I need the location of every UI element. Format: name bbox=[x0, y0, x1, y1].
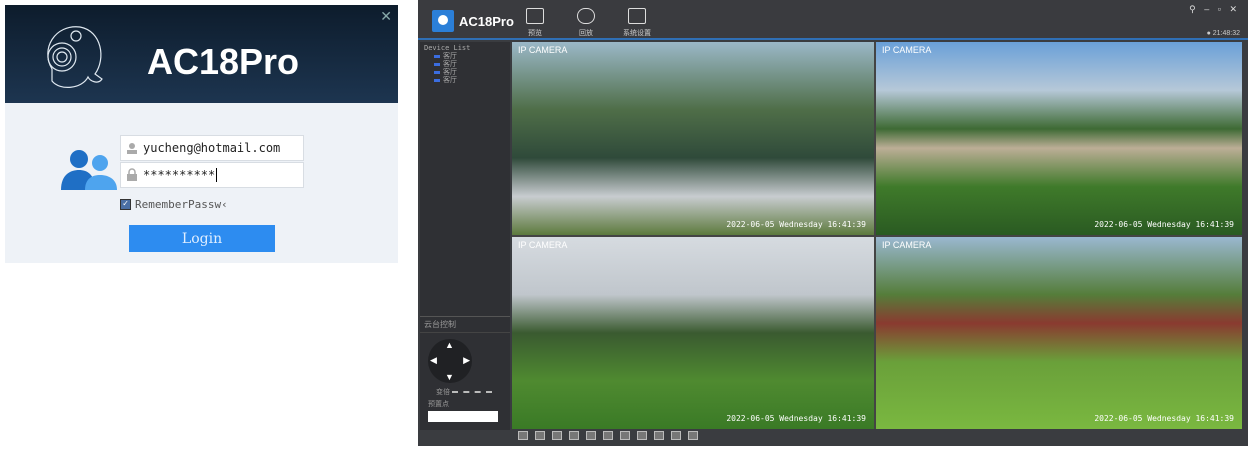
app-logo-icon bbox=[432, 10, 454, 32]
top-bar: AC18Pro 预览 回放 系统设置 ⚲ – ▫ ✕ ● 21:48:32 bbox=[418, 0, 1248, 40]
password-field[interactable]: ********** bbox=[120, 162, 304, 188]
window-controls[interactable]: ⚲ – ▫ ✕ bbox=[1189, 4, 1240, 15]
camera-timestamp: 2022-06-05 Wednesday 16:41:39 bbox=[1094, 220, 1234, 229]
arrow-right-icon[interactable]: ▶ bbox=[463, 355, 470, 366]
camera-grid: IP CAMERA 2022-06-05 Wednesday 16:41:39 I… bbox=[512, 42, 1242, 429]
layout-6-icon[interactable] bbox=[586, 431, 596, 440]
camera-label: IP CAMERA bbox=[882, 240, 932, 250]
arrow-up-icon[interactable]: ▲ bbox=[445, 340, 454, 350]
device-item[interactable]: 客厅 bbox=[424, 60, 506, 68]
ptz-control-panel: 云台控制 ▲ ▼ ◀ ▶ 变倍 预置点 bbox=[420, 316, 510, 430]
layout-2-icon[interactable] bbox=[535, 431, 545, 440]
camera-label: IP CAMERA bbox=[518, 45, 568, 55]
camera-view[interactable]: IP CAMERA 2022-06-05 Wednesday 16:41:39 bbox=[512, 42, 874, 235]
layout-3-icon[interactable] bbox=[552, 431, 562, 440]
user-icon bbox=[127, 143, 137, 154]
nav-playback[interactable]: 回放 bbox=[561, 8, 611, 38]
close-icon[interactable]: ✕ bbox=[380, 8, 392, 25]
camera-view[interactable]: IP CAMERA 2022-06-05 Wednesday 16:41:39 bbox=[876, 237, 1242, 429]
layout-1-icon[interactable] bbox=[518, 431, 528, 440]
device-item[interactable]: 客厅 bbox=[424, 68, 506, 76]
layout-9-icon[interactable] bbox=[620, 431, 630, 440]
layout-25-icon[interactable] bbox=[654, 431, 664, 440]
remember-password-checkbox[interactable]: ✓ RememberPassw‹ bbox=[120, 198, 228, 211]
nav-preview[interactable]: 预览 bbox=[510, 8, 560, 38]
username-field[interactable]: yucheng@hotmail.com bbox=[120, 135, 304, 161]
login-header: AC18Pro ✕ bbox=[5, 5, 398, 103]
lock-icon bbox=[127, 168, 137, 181]
video-player-icon bbox=[628, 8, 646, 24]
camera-view[interactable]: IP CAMERA 2022-06-05 Wednesday 16:41:39 bbox=[876, 42, 1242, 235]
camera-view[interactable]: IP CAMERA 2022-06-05 Wednesday 16:41:39 bbox=[512, 237, 874, 429]
fullscreen-icon[interactable] bbox=[688, 431, 698, 440]
clock-time: 21:48:32 bbox=[1212, 30, 1240, 37]
layout-8-icon[interactable] bbox=[603, 431, 613, 440]
login-button[interactable]: Login bbox=[129, 225, 275, 252]
camera-label: IP CAMERA bbox=[518, 240, 568, 250]
cctv-camera-icon bbox=[577, 8, 595, 24]
users-icon bbox=[61, 150, 117, 190]
brand-title: AC18Pro bbox=[147, 41, 300, 82]
camera-timestamp: 2022-06-05 Wednesday 16:41:39 bbox=[1094, 414, 1234, 423]
layout-36-icon[interactable] bbox=[671, 431, 681, 440]
camera-label: IP CAMERA bbox=[882, 45, 932, 55]
webcam-logo-icon bbox=[47, 26, 103, 88]
preset-input[interactable] bbox=[428, 411, 498, 422]
remember-label: RememberPassw‹ bbox=[135, 198, 228, 211]
nav-label: 系统设置 bbox=[623, 30, 651, 37]
ptz-title: 云台控制 bbox=[420, 317, 510, 333]
preset-label: 预置点 bbox=[428, 401, 449, 408]
zoom-slider[interactable] bbox=[452, 391, 492, 393]
arrow-down-icon[interactable]: ▼ bbox=[445, 372, 454, 382]
layout-toolbar bbox=[512, 431, 698, 445]
nav-system-settings[interactable]: 系统设置 bbox=[612, 8, 662, 38]
camera-timestamp: 2022-06-05 Wednesday 16:41:39 bbox=[726, 220, 866, 229]
layout-4-icon[interactable] bbox=[569, 431, 579, 440]
nav-label: 预览 bbox=[528, 30, 542, 37]
device-item[interactable]: 客厅 bbox=[424, 52, 506, 60]
nav-label: 回放 bbox=[579, 30, 593, 37]
zoom-label: 变倍 bbox=[436, 389, 450, 396]
ptz-direction-pad[interactable]: ▲ ▼ ◀ ▶ bbox=[428, 339, 472, 383]
app-title: AC18Pro bbox=[459, 14, 514, 29]
arrow-left-icon[interactable]: ◀ bbox=[430, 355, 437, 366]
ac18pro-main-window: AC18Pro 预览 回放 系统设置 ⚲ – ▫ ✕ ● 21:48:32 De… bbox=[418, 0, 1248, 446]
camera-timestamp: 2022-06-05 Wednesday 16:41:39 bbox=[726, 414, 866, 423]
username-value: yucheng@hotmail.com bbox=[143, 141, 281, 155]
clock: ● 21:48:32 bbox=[1206, 30, 1240, 37]
device-list-title[interactable]: Device List bbox=[424, 44, 506, 52]
device-item[interactable]: 客厅 bbox=[424, 76, 506, 84]
preview-icon bbox=[526, 8, 544, 24]
layout-16-icon[interactable] bbox=[637, 431, 647, 440]
checkbox-checked-icon[interactable]: ✓ bbox=[120, 199, 131, 210]
password-value: ********** bbox=[143, 168, 216, 182]
login-window: AC18Pro ✕ yucheng@hotmail.com **********… bbox=[5, 5, 398, 263]
